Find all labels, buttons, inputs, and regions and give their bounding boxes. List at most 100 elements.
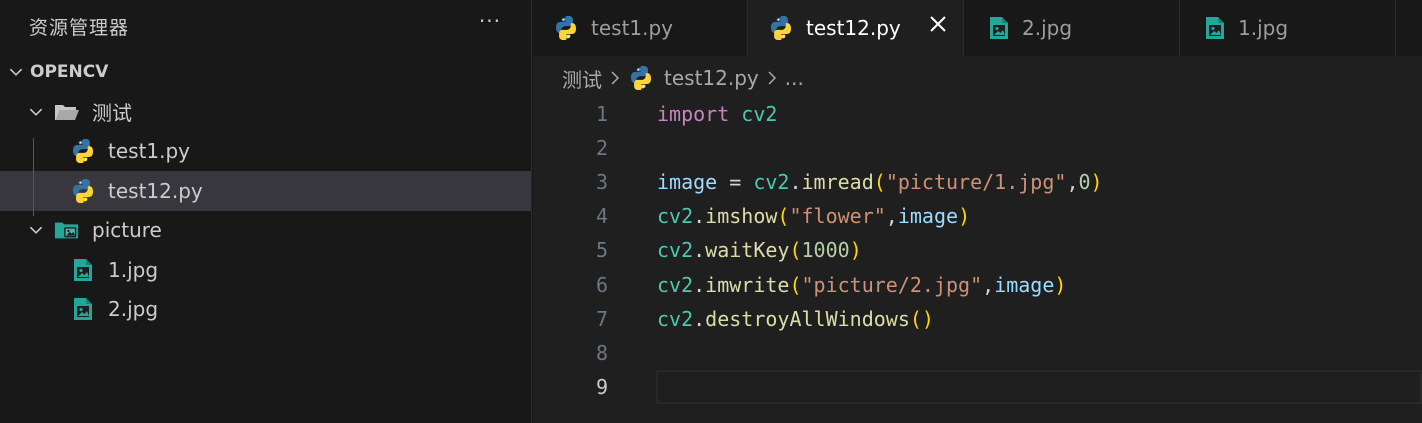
tab-label: 2.jpg [1022, 16, 1073, 40]
code-line[interactable]: 9 [533, 370, 1422, 404]
code-text: cv2.destroyAllWindows() [657, 307, 934, 331]
code-token: "picture/1.jpg" [885, 170, 1067, 195]
tree-item-label: 2.jpg [108, 297, 159, 322]
tree-item-1-jpg[interactable]: 1.jpg [0, 250, 531, 290]
code-token: ( [789, 272, 802, 297]
code-token: imwrite [705, 272, 790, 297]
code-token: waitKey [705, 238, 790, 263]
tree-item-label: 1.jpg [108, 257, 159, 282]
code-token: 0 [1078, 170, 1091, 195]
code-token: image [897, 204, 959, 229]
code-token: import [657, 102, 730, 127]
tree-item-label: picture [92, 218, 162, 243]
chevron-right-icon [608, 69, 622, 87]
code-line[interactable]: 6 cv2.imwrite("picture/2.jpg",image) [533, 267, 1422, 301]
code-token: ) [849, 238, 862, 263]
breadcrumb-folder[interactable]: 测试 [562, 64, 602, 93]
code-line[interactable]: 5 cv2.waitKey(1000) [533, 233, 1422, 267]
code-token: , [1066, 170, 1079, 195]
code-token: cv2 [657, 272, 694, 297]
code-token: cv2 [657, 204, 694, 229]
code-line[interactable]: 3 image = cv2.imread("picture/1.jpg",0) [533, 165, 1422, 199]
image-icon [70, 296, 96, 322]
image-icon [70, 257, 96, 283]
chevron-down-icon [5, 61, 27, 83]
close-icon[interactable] [927, 13, 949, 35]
code-token: 1000 [801, 238, 850, 263]
line-number: 8 [595, 340, 608, 365]
code-text: import cv2 [657, 102, 777, 126]
code-lines[interactable]: 1 import cv2 2 3 image = cv2.imread("picture… [533, 97, 1422, 404]
code-token: ) [958, 204, 971, 229]
tree-item-folder-test[interactable]: 测试 [0, 92, 531, 132]
code-token: "picture/2.jpg" [801, 272, 983, 297]
tab-label: test12.py [806, 16, 901, 40]
line-number: 5 [595, 238, 608, 263]
code-token: ) [1090, 170, 1103, 195]
code-token: . [693, 204, 706, 229]
code-token: image [994, 272, 1055, 297]
code-token: cv2 [657, 306, 694, 331]
tab-test12-py[interactable]: test12.py [748, 0, 964, 56]
code-line[interactable]: 1 import cv2 [533, 97, 1422, 131]
tab-label: test1.py [591, 16, 674, 40]
code-token: . [693, 238, 706, 263]
code-token: "flower" [789, 204, 886, 229]
tree-item-folder-picture[interactable]: picture [0, 211, 531, 251]
tree-item-label: 测试 [92, 101, 132, 126]
line-number: 7 [595, 306, 608, 331]
code-token: ( [873, 170, 886, 195]
code-token: , [885, 204, 898, 229]
code-token: image [657, 170, 718, 195]
workspace-section-header[interactable]: OPENCV [0, 52, 531, 92]
tab-test1-py[interactable]: test1.py [533, 0, 748, 56]
code-text: cv2.imwrite("picture/2.jpg",image) [657, 273, 1066, 297]
code-line[interactable]: 8 [533, 336, 1422, 370]
python-icon [768, 15, 794, 41]
tree-item-test1-py[interactable]: test1.py [0, 132, 531, 172]
chevron-down-icon [25, 103, 47, 121]
line-number: 3 [595, 170, 608, 195]
python-icon [70, 138, 96, 164]
breadcrumb: 测试 test12.py ... [533, 56, 1422, 100]
image-icon [1202, 15, 1228, 41]
code-token: destroyAllWindows [705, 306, 910, 331]
code-text: cv2.waitKey(1000) [657, 238, 862, 262]
code-line[interactable]: 2 [533, 131, 1422, 165]
tab-2-jpg[interactable]: 2.jpg [964, 0, 1180, 56]
code-token: , [982, 272, 995, 297]
tab-label: 1.jpg [1238, 16, 1289, 40]
tree-item-test12-py[interactable]: test12.py [0, 171, 531, 211]
tab-1-jpg[interactable]: 1.jpg [1180, 0, 1396, 56]
tree-item-label: test12.py [108, 178, 203, 203]
folder-open-icon [54, 99, 80, 125]
python-icon [628, 65, 654, 91]
image-icon [986, 15, 1012, 41]
code-line[interactable]: 7 cv2.destroyAllWindows() [533, 302, 1422, 336]
explorer-title: 资源管理器 [29, 16, 130, 39]
breadcrumb-file[interactable]: test12.py [664, 66, 759, 90]
breadcrumb-symbols[interactable]: ... [785, 66, 804, 90]
code-token: imread [801, 170, 874, 195]
line-number: 9 [595, 374, 608, 399]
more-actions-icon[interactable]: ··· [479, 11, 501, 31]
code-line[interactable]: 4 cv2.imshow("flower",image) [533, 199, 1422, 233]
code-token: imshow [705, 204, 778, 229]
code-token: = [717, 170, 754, 195]
code-token: cv2 [753, 170, 790, 195]
code-token: . [789, 170, 802, 195]
code-text: cv2.imshow("flower",image) [657, 204, 970, 228]
line-number: 4 [595, 204, 608, 229]
explorer-header: 资源管理器 ··· [0, 0, 531, 52]
code-editor[interactable]: 测试 test12.py ... 1 import cv2 2 3 image = cv… [533, 56, 1422, 423]
code-token: ( [789, 238, 802, 263]
python-icon [70, 178, 96, 204]
line-number: 6 [595, 272, 608, 297]
chevron-down-icon [25, 221, 47, 239]
chevron-right-icon [765, 69, 779, 87]
line-number: 1 [595, 102, 608, 127]
tree-item-label: test1.py [108, 139, 191, 164]
code-token: ( [777, 204, 790, 229]
tree-item-2-jpg[interactable]: 2.jpg [0, 290, 531, 330]
